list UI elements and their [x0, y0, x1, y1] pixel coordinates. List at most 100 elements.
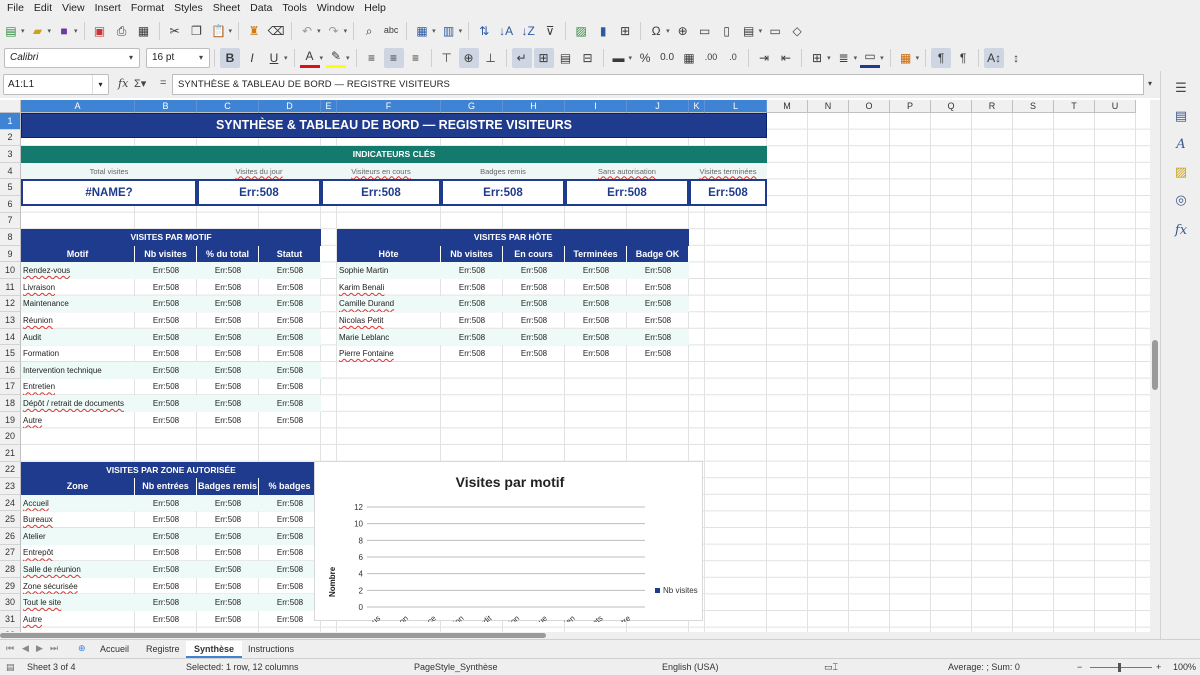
column-header-k[interactable]: K	[689, 100, 705, 113]
vertical-scrollbar[interactable]	[1150, 100, 1160, 632]
insert-chart-icon[interactable]: ▮	[593, 21, 613, 41]
pivot-table-icon[interactable]: ⊞	[615, 21, 635, 41]
font-color-icon[interactable]: A	[299, 48, 320, 68]
prev-sheet-icon[interactable]: ◀	[22, 643, 29, 654]
motif-label[interactable]: Rendez-vous	[21, 262, 135, 279]
zone-value[interactable]: Err:508	[259, 494, 321, 512]
column-header-a[interactable]: A	[21, 100, 135, 113]
new-document-icon[interactable]: ▤	[1, 21, 21, 41]
motif-label[interactable]: Réunion	[21, 312, 135, 329]
name-box[interactable]: A1:L1 ▾	[3, 74, 109, 95]
kpi-label[interactable]: Total visites	[21, 162, 197, 180]
zone-label[interactable]: Atelier	[21, 528, 135, 545]
zone-value[interactable]: Err:508	[135, 528, 197, 545]
row-header-26[interactable]: 26	[0, 528, 21, 545]
zone-value[interactable]: Err:508	[135, 611, 197, 628]
motif-value[interactable]: Err:508	[135, 362, 197, 379]
motif-column-header[interactable]: % du total	[197, 245, 259, 263]
bold-icon[interactable]: B	[220, 47, 240, 68]
row-header-30[interactable]: 30	[0, 594, 21, 611]
motif-value[interactable]: Err:508	[197, 379, 259, 396]
italic-icon[interactable]: I	[242, 48, 262, 68]
motif-label[interactable]: Audit	[21, 328, 135, 346]
row-header-19[interactable]: 19	[0, 411, 21, 429]
chart-visites-par-motif[interactable]: Visites par motif 0 2 4 6 8 10 12 Nombre Rendez-v…	[314, 461, 703, 622]
sheet-tab-registre[interactable]: Registre	[138, 641, 188, 658]
column-header-r[interactable]: R	[972, 100, 1013, 113]
row-header-22[interactable]: 22	[0, 461, 21, 479]
borders-icon[interactable]: ⊞	[807, 48, 827, 68]
row-header-25[interactable]: 25	[0, 511, 21, 528]
decrease-indent-icon[interactable]: ⇤	[776, 48, 796, 68]
motif-label[interactable]: Livraison	[21, 279, 135, 296]
formula-icon[interactable]: =	[160, 77, 166, 89]
menu-help[interactable]: Help	[359, 0, 391, 17]
motif-label[interactable]: Entretien	[21, 379, 135, 396]
zone-value[interactable]: Err:508	[135, 511, 197, 528]
copy-icon[interactable]: ❐	[187, 21, 207, 41]
select-all-corner[interactable]	[0, 100, 21, 113]
export-pdf-icon[interactable]: ▣	[90, 21, 110, 41]
zoom-out-icon[interactable]: −	[1077, 662, 1082, 672]
host-column-header[interactable]: Badge OK	[627, 245, 689, 263]
kpi-label[interactable]: Visites du jour	[197, 162, 321, 180]
motif-value[interactable]: Err:508	[259, 379, 321, 396]
text-direction-rtl-icon[interactable]: ¶	[953, 48, 973, 68]
host-value[interactable]: Err:508	[627, 295, 689, 313]
column-header-p[interactable]: P	[890, 100, 931, 113]
zone-value[interactable]: Err:508	[197, 494, 259, 512]
navigator-icon[interactable]: ◎	[1172, 191, 1190, 209]
column-header-i[interactable]: I	[565, 100, 627, 113]
vertical-scroll-thumb[interactable]	[1152, 340, 1158, 390]
motif-value[interactable]: Err:508	[197, 295, 259, 313]
kpi-value[interactable]: #NAME?	[21, 179, 197, 206]
zone-value[interactable]: Err:508	[259, 545, 321, 562]
row-header-31[interactable]: 31	[0, 611, 21, 628]
row-header-18[interactable]: 18	[0, 395, 21, 412]
motif-value[interactable]: Err:508	[135, 395, 197, 412]
row-header-9[interactable]: 9	[0, 245, 21, 263]
wrap-text-icon[interactable]: ↵	[511, 47, 532, 68]
column-header-f[interactable]: F	[337, 100, 441, 113]
zone-value[interactable]: Err:508	[197, 611, 259, 628]
column-header-c[interactable]: C	[197, 100, 259, 113]
row-header-10[interactable]: 10	[0, 262, 21, 279]
host-value[interactable]: Err:508	[627, 279, 689, 296]
border-color-icon[interactable]: ▭	[860, 48, 881, 68]
kpi-section-header[interactable]: INDICATEURS CLÉS	[21, 146, 767, 163]
define-print-area-icon[interactable]: ▤	[739, 21, 759, 41]
host-value[interactable]: Err:508	[627, 312, 689, 329]
column-header-b[interactable]: B	[135, 100, 197, 113]
host-value[interactable]: Err:508	[503, 312, 565, 329]
merge-center-icon[interactable]: ⊞	[533, 47, 554, 68]
align-bottom-icon[interactable]: ⊥	[481, 48, 501, 68]
autofilter-icon[interactable]: ⊽	[540, 21, 560, 41]
print-preview-icon[interactable]: ▦	[134, 21, 154, 41]
kpi-value[interactable]: Err:508	[689, 179, 767, 206]
kpi-label[interactable]: Visites terminées	[689, 162, 767, 180]
freeze-rows-icon[interactable]: ▭	[765, 21, 785, 41]
zone-value[interactable]: Err:508	[259, 561, 321, 578]
zone-value[interactable]: Err:508	[259, 611, 321, 628]
paste-icon[interactable]: 📋	[209, 21, 229, 41]
column-header-m[interactable]: M	[767, 100, 808, 113]
host-value[interactable]: Err:508	[565, 279, 627, 296]
motif-value[interactable]: Err:508	[259, 345, 321, 362]
row-header-15[interactable]: 15	[0, 345, 21, 362]
host-value[interactable]: Err:508	[503, 279, 565, 296]
sort-icon[interactable]: ⇅	[474, 21, 494, 41]
row-header-7[interactable]: 7	[0, 212, 21, 230]
row-header-24[interactable]: 24	[0, 494, 21, 512]
row-header-14[interactable]: 14	[0, 328, 21, 346]
motif-label[interactable]: Intervention technique	[21, 362, 135, 379]
row-icon[interactable]: ▦	[412, 21, 432, 41]
sum-icon[interactable]: Σ▾	[134, 77, 146, 90]
column-header-d[interactable]: D	[259, 100, 321, 113]
motif-value[interactable]: Err:508	[197, 262, 259, 279]
zone-column-header[interactable]: Badges remis	[197, 478, 259, 495]
zone-label[interactable]: Entrepôt	[21, 545, 135, 562]
zone-value[interactable]: Err:508	[259, 511, 321, 528]
clear-formatting-icon[interactable]: ⌫	[266, 21, 286, 41]
print-icon[interactable]: ⎙	[112, 21, 132, 41]
spelling-icon[interactable]: abc	[381, 21, 401, 41]
